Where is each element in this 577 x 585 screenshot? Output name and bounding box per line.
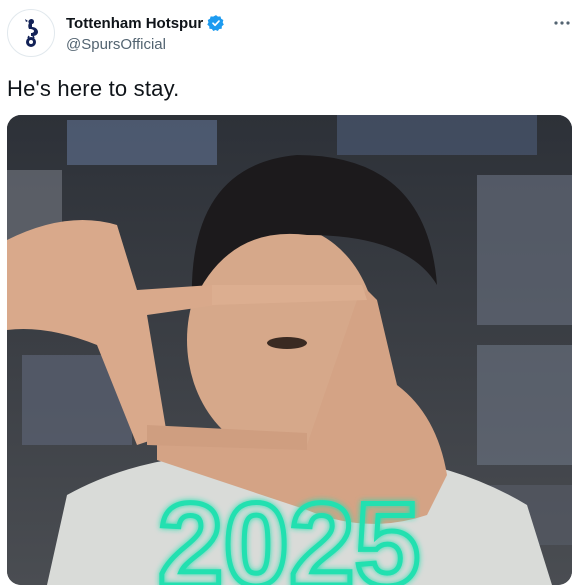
author-name-row[interactable]: Tottenham Hotspur: [66, 14, 225, 32]
handle[interactable]: @SpursOfficial: [66, 36, 166, 53]
tweet-text: He's here to stay.: [7, 76, 180, 101]
media-year-overlay: 2025: [158, 479, 421, 585]
avatar[interactable]: [7, 9, 55, 57]
display-name[interactable]: Tottenham Hotspur: [66, 15, 203, 32]
tweet[interactable]: Tottenham Hotspur @SpursOfficial He's he…: [0, 0, 577, 585]
more-options-icon[interactable]: [551, 12, 573, 34]
tweet-media-image[interactable]: 2025: [7, 115, 572, 585]
verified-badge-icon: [207, 14, 225, 32]
spurs-cockerel-logo: [25, 19, 38, 47]
media-illustration: 2025: [7, 115, 572, 585]
